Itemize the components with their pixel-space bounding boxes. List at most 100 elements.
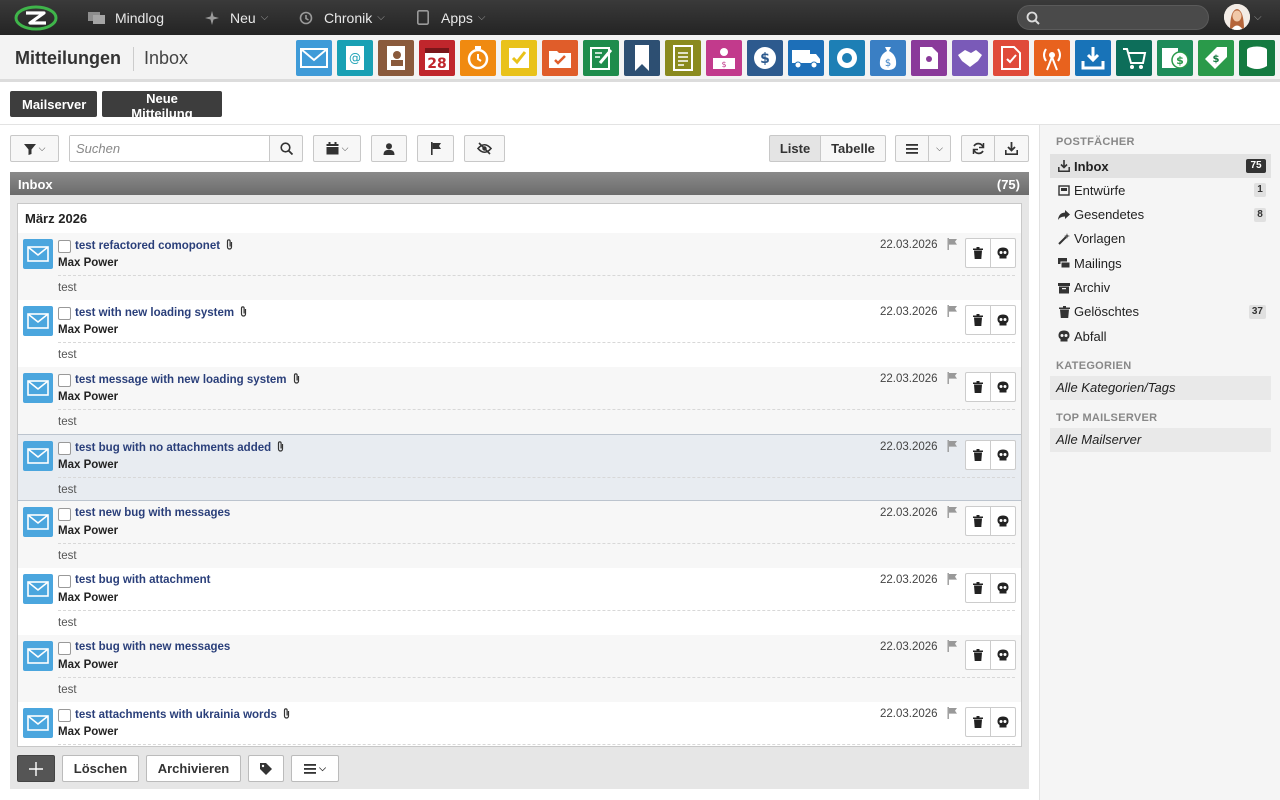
flag-icon[interactable] (947, 573, 958, 585)
sidebar-item-inbox[interactable]: Inbox 75 (1050, 154, 1271, 178)
app-document-icon[interactable] (665, 40, 701, 76)
message-row[interactable]: test bug with attachment Max Power test 22.… (18, 568, 1021, 635)
trash-icon[interactable] (966, 507, 990, 535)
trash-icon[interactable] (966, 708, 990, 736)
skull-icon[interactable] (990, 708, 1015, 736)
all-mailservers-filter[interactable]: Alle Mailserver (1050, 428, 1271, 452)
sort-dropdown-button[interactable]: ⌵ (928, 135, 951, 162)
skull-icon[interactable] (990, 574, 1015, 602)
tag-button[interactable] (248, 755, 284, 782)
app-cart-icon[interactable] (1116, 40, 1152, 76)
flag-icon[interactable] (947, 372, 958, 384)
sidebar-item-vorlagen[interactable]: Vorlagen (1050, 227, 1271, 251)
refresh-button[interactable] (961, 135, 995, 162)
message-subject[interactable]: test with new loading system (75, 306, 248, 319)
message-checkbox[interactable] (58, 508, 71, 521)
avatar[interactable] (1224, 4, 1250, 30)
app-download-icon[interactable] (1075, 40, 1111, 76)
trash-icon[interactable] (966, 641, 990, 669)
message-row[interactable]: test refactored comoponet Max Power test 22… (18, 233, 1021, 300)
message-subject[interactable]: test refactored comoponet (75, 239, 234, 252)
chevron-down-icon[interactable]: ⌵ (1254, 12, 1262, 23)
trash-icon[interactable] (966, 306, 990, 334)
skull-icon[interactable] (990, 373, 1015, 401)
hide-read-button[interactable] (464, 135, 505, 162)
message-subject[interactable]: test bug with attachment (75, 574, 210, 586)
sidebar-item-abfall[interactable]: Abfall (1050, 324, 1271, 348)
message-checkbox[interactable] (58, 307, 71, 320)
message-subject[interactable]: test new bug with messages (75, 507, 230, 519)
export-button[interactable] (994, 135, 1029, 162)
nav-chronik[interactable]: Chronik ⌵ (297, 0, 385, 35)
date-filter-button[interactable]: ⌵ (313, 135, 361, 162)
view-list-button[interactable]: Liste (769, 135, 821, 162)
nav-neu[interactable]: Neu ⌵ (203, 0, 268, 35)
app-calendar-icon[interactable]: 28 (419, 40, 455, 76)
app-mail-icon[interactable] (296, 40, 332, 76)
skull-icon[interactable] (990, 306, 1015, 334)
skull-icon[interactable] (990, 441, 1015, 469)
app-delivery-icon[interactable] (788, 40, 824, 76)
app-handshake-icon[interactable] (952, 40, 988, 76)
filter-button[interactable]: ⌵ (10, 135, 59, 162)
bulk-menu-button[interactable]: ⌵ (291, 755, 339, 782)
app-tasks-icon[interactable] (501, 40, 537, 76)
message-subject[interactable]: test attachments with ukrainia words (75, 708, 291, 721)
flag-icon[interactable] (947, 707, 958, 719)
message-checkbox[interactable] (58, 374, 71, 387)
app-recycle-icon[interactable] (829, 40, 865, 76)
message-checkbox[interactable] (58, 240, 71, 253)
delete-button[interactable]: Löschen (62, 755, 139, 782)
mailserver-button[interactable]: Mailserver (10, 91, 97, 117)
add-button[interactable] (17, 755, 55, 782)
app-finance-icon[interactable]: $ (747, 40, 783, 76)
nav-mindlog[interactable]: Mindlog (88, 0, 164, 35)
app-contract-icon[interactable] (911, 40, 947, 76)
message-row[interactable]: test message with new loading system Max … (18, 367, 1021, 434)
app-pdf-icon[interactable] (993, 40, 1029, 76)
sidebar-item-gesendetes[interactable]: Gesendetes 8 (1050, 203, 1271, 227)
global-search[interactable] (1017, 5, 1209, 30)
app-address-book-icon[interactable]: @ (337, 40, 373, 76)
app-notes-icon[interactable] (583, 40, 619, 76)
message-subject[interactable]: test bug with new messages (75, 641, 230, 653)
app-broadcast-icon[interactable] (1034, 40, 1070, 76)
message-row[interactable]: test with new loading system Max Power tes… (18, 300, 1021, 367)
message-row[interactable]: test bug with no attachments added Max Po… (18, 434, 1021, 501)
sidebar-item-entwürfe[interactable]: Entwürfe 1 (1050, 178, 1271, 202)
app-cash-icon[interactable]: $ (1157, 40, 1193, 76)
flag-icon[interactable] (947, 640, 958, 652)
message-checkbox[interactable] (58, 575, 71, 588)
flag-filter-button[interactable] (417, 135, 454, 162)
message-checkbox[interactable] (58, 642, 71, 655)
message-subject[interactable]: test message with new loading system (75, 373, 301, 386)
trash-icon[interactable] (966, 373, 990, 401)
flag-icon[interactable] (947, 305, 958, 317)
trash-icon[interactable] (966, 239, 990, 267)
sidebar-item-mailings[interactable]: Mailings (1050, 251, 1271, 275)
app-money-bag-icon[interactable]: $ (870, 40, 906, 76)
message-subject[interactable]: test bug with no attachments added (75, 441, 285, 454)
flag-icon[interactable] (947, 238, 958, 250)
new-message-button[interactable]: Neue Mitteilung (102, 91, 222, 121)
sidebar-item-archiv[interactable]: Archiv (1050, 276, 1271, 300)
nav-apps[interactable]: Apps ⌵ (414, 0, 486, 35)
app-database-icon[interactable] (1239, 40, 1275, 76)
app-logo[interactable] (14, 5, 58, 31)
app-pos-icon[interactable]: $ (706, 40, 742, 76)
trash-icon[interactable] (966, 441, 990, 469)
archive-button[interactable]: Archivieren (146, 755, 241, 782)
user-filter-button[interactable] (371, 135, 407, 162)
all-categories-filter[interactable]: Alle Kategorien/Tags (1050, 376, 1271, 400)
app-contacts-icon[interactable] (378, 40, 414, 76)
message-checkbox[interactable] (58, 442, 71, 455)
app-price-tag-icon[interactable]: $ (1198, 40, 1234, 76)
message-row[interactable]: test new bug with messages Max Power test 2… (18, 501, 1021, 568)
sidebar-item-gelöschtes[interactable]: Gelöschtes 37 (1050, 300, 1271, 324)
flag-icon[interactable] (947, 440, 958, 452)
skull-icon[interactable] (990, 641, 1015, 669)
search-button[interactable] (269, 135, 303, 162)
app-projects-icon[interactable] (542, 40, 578, 76)
message-checkbox[interactable] (58, 709, 71, 722)
search-input[interactable] (70, 136, 270, 161)
